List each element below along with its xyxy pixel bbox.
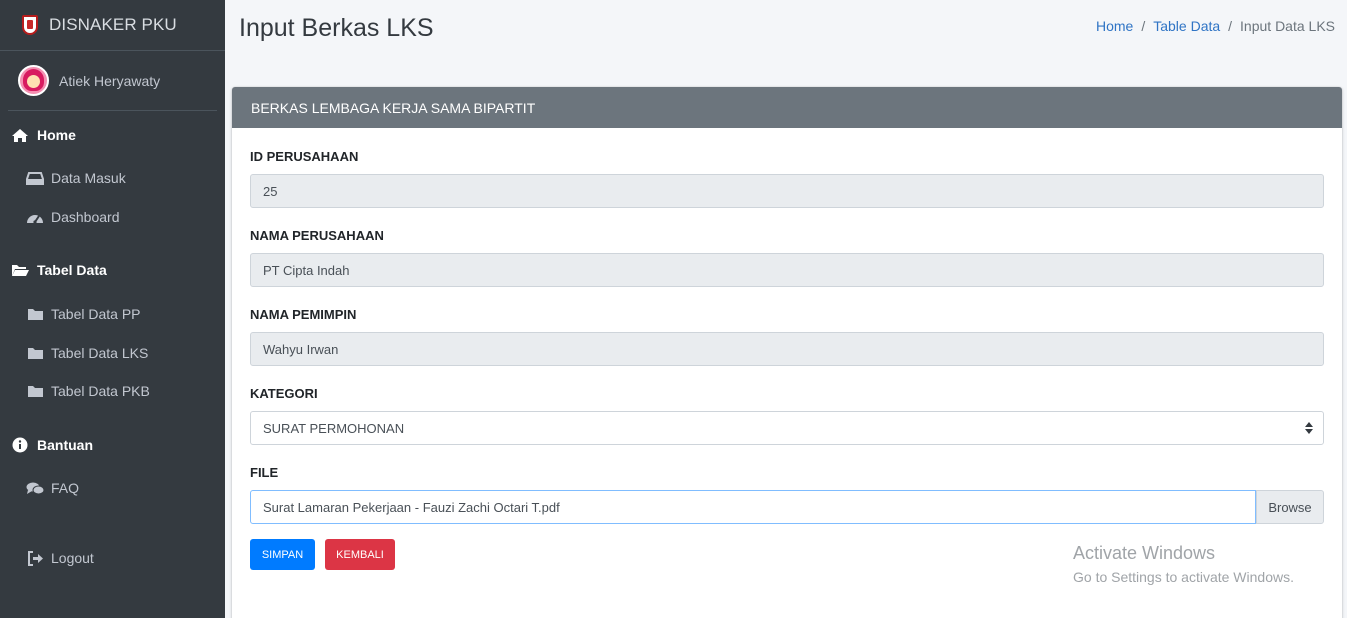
sign-out-icon [25,550,45,566]
sidebar-nav: Home Data Masuk Dashboard Tabel Data Tab… [0,123,225,570]
sidebar-item-data-masuk[interactable]: Data Masuk [0,166,225,190]
home-icon [10,127,30,143]
sidebar-item-tabel-pkb[interactable]: Tabel Data PKB [0,379,225,403]
folder-icon [25,306,45,322]
watermark-subtitle: Go to Settings to activate Windows. [1073,569,1294,585]
sidebar-item-label: Tabel Data PKB [51,383,150,399]
sidebar-item-home[interactable]: Home [0,123,225,147]
sidebar-item-label: Dashboard [51,209,120,225]
watermark-title: Activate Windows [1073,543,1216,563]
sidebar-item-tabel-pp[interactable]: Tabel Data PP [0,302,225,326]
info-circle-icon [10,437,30,453]
file-label: FILE [250,465,279,480]
file-input[interactable]: Surat Lamaran Pekerjaan - Fauzi Zachi Oc… [250,490,1256,524]
main-content: Input Berkas LKS Home / Table Data / Inp… [225,0,1347,618]
inbox-icon [25,170,45,186]
file-input-group: Surat Lamaran Pekerjaan - Fauzi Zachi Oc… [250,490,1324,524]
sidebar-item-label: Tabel Data [37,262,107,278]
breadcrumb-table-data-link[interactable]: Table Data [1153,18,1220,34]
folder-icon [25,383,45,399]
sidebar-item-label: Home [37,127,76,143]
kembali-button[interactable]: KEMBALI [325,539,395,570]
card-body: ID PERUSAHAAN 25 NAMA PERUSAHAAN PT Cipt… [232,149,1342,570]
sidebar-item-tabel-data[interactable]: Tabel Data [0,258,225,282]
sidebar-item-bantuan[interactable]: Bantuan [0,433,225,457]
activate-windows-watermark: Activate Windows Go to Settings to activ… [1073,543,1294,585]
kategori-selected-value: SURAT PERMOHONAN [263,420,405,436]
sidebar-item-tabel-lks[interactable]: Tabel Data LKS [0,341,225,365]
sidebar-item-label: Bantuan [37,437,93,453]
avatar [18,65,49,96]
card-title: BERKAS LEMBAGA KERJA SAMA BIPARTIT [232,87,1342,128]
user-panel[interactable]: Atiek Heryawaty [8,51,217,111]
tachometer-icon [25,209,45,225]
sidebar-item-faq[interactable]: FAQ [0,476,225,500]
sidebar-item-label: Logout [51,550,94,566]
nama-pemimpin-field: Wahyu Irwan [250,332,1324,366]
sidebar-item-dashboard[interactable]: Dashboard [0,205,225,229]
kategori-label: KATEGORI [250,386,318,401]
brand-name: DISNAKER PKU [49,15,177,34]
kategori-select[interactable]: SURAT PERMOHONAN [250,411,1324,445]
breadcrumb: Home / Table Data / Input Data LKS [1096,18,1335,34]
breadcrumb-separator: / [1228,18,1233,34]
breadcrumb-home-link[interactable]: Home [1096,18,1133,34]
folder-open-icon [10,262,30,278]
id-perusahaan-field: 25 [250,174,1324,208]
id-perusahaan-label: ID PERUSAHAAN [250,149,359,164]
form-card: BERKAS LEMBAGA KERJA SAMA BIPARTIT ID PE… [232,87,1342,618]
folder-icon [25,345,45,361]
sidebar-item-label: FAQ [51,480,80,496]
brand-link[interactable]: DISNAKER PKU [0,0,225,51]
brand-logo-icon [20,12,40,38]
page-title: Input Berkas LKS [239,14,434,42]
user-name: Atiek Heryawaty [59,72,161,89]
nama-perusahaan-label: NAMA PERUSAHAAN [250,228,384,243]
breadcrumb-current: Input Data LKS [1240,18,1335,34]
nama-pemimpin-label: NAMA PEMIMPIN [250,307,357,322]
browse-button[interactable]: Browse [1256,490,1324,524]
comments-icon [25,480,45,496]
breadcrumb-separator: / [1141,18,1146,34]
sidebar: DISNAKER PKU Atiek Heryawaty Home Data M… [0,0,225,618]
sidebar-item-label: Tabel Data LKS [51,345,149,361]
simpan-button[interactable]: SIMPAN [250,539,315,570]
sidebar-item-label: Tabel Data PP [51,306,141,322]
nama-perusahaan-field: PT Cipta Indah [250,253,1324,287]
sidebar-item-logout[interactable]: Logout [0,546,225,570]
select-arrows-icon [1305,422,1313,434]
sidebar-item-label: Data Masuk [51,170,126,186]
